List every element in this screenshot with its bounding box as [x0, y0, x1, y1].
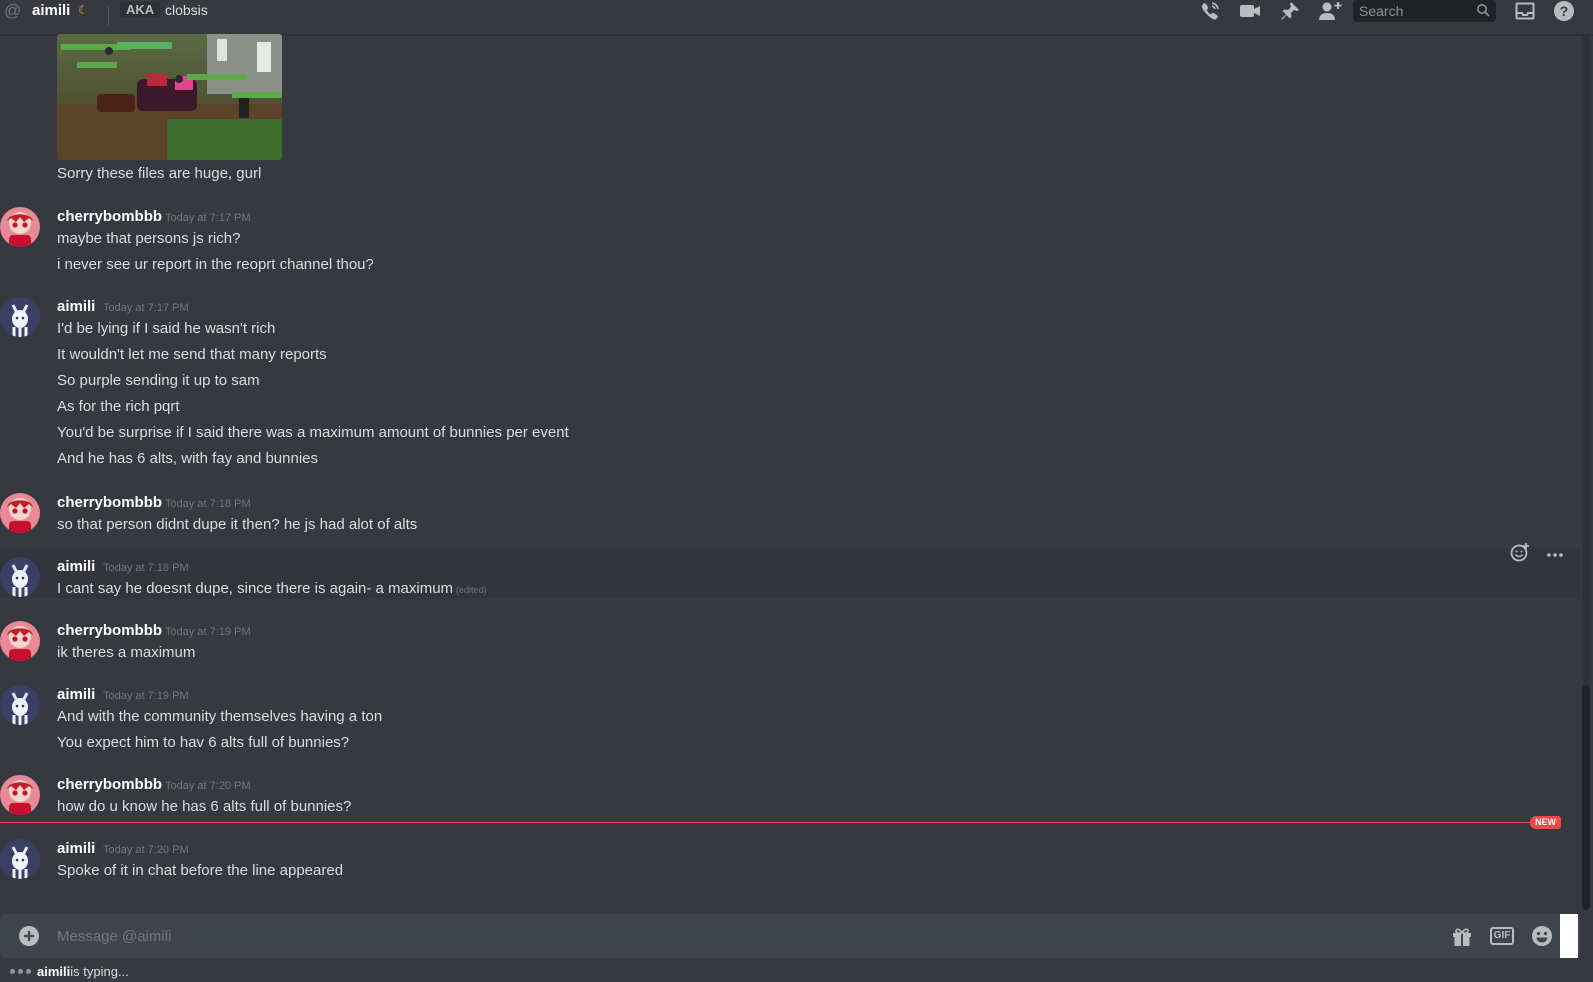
message-text: I cant say he doesnt dupe, since there i… [57, 580, 487, 597]
message-text: You'd be surprise if I said there was a … [57, 424, 569, 441]
avatar-cherrybombbb[interactable] [0, 621, 40, 661]
typing-indicator: aimili is typing... [10, 961, 129, 981]
gif-label: GIF [1489, 927, 1515, 945]
message-timestamp: Today at 7:19 PM [165, 626, 251, 638]
header-username[interactable]: aimili [32, 2, 70, 19]
message-author[interactable]: aimili [57, 298, 95, 315]
message-author[interactable]: aimili [57, 840, 95, 857]
message-timestamp: Today at 7:17 PM [165, 212, 251, 224]
at-icon: @ [4, 1, 22, 20]
message-text: And with the community themselves having… [57, 708, 383, 725]
avatar-cherrybombbb[interactable] [0, 775, 40, 815]
header-nickname: clobsis [165, 2, 208, 18]
message-text: Spoke of it in chat before the line appe… [57, 862, 344, 879]
aka-tag: AKA [120, 2, 161, 18]
message-text: i never see ur report in the reoprt chan… [57, 256, 374, 273]
message-author[interactable]: cherrybombbb [57, 494, 162, 511]
composer-edge-block [1560, 914, 1578, 958]
avatar-aimili[interactable] [0, 839, 40, 879]
message-text: how do u know he has 6 alts full of bunn… [57, 798, 352, 815]
avatar-cherrybombbb[interactable] [0, 207, 40, 247]
attachment-caption: Sorry these files are huge, gurl [57, 165, 262, 182]
upload-plus-icon[interactable] [18, 925, 40, 952]
message-text: ik theres a maximum [57, 644, 196, 661]
scrollbar-thumb[interactable] [1582, 685, 1590, 910]
gift-icon[interactable] [1450, 924, 1474, 948]
header-divider [108, 6, 109, 26]
message-author[interactable]: cherrybombbb [57, 208, 162, 225]
svg-text:?: ? [1560, 3, 1569, 19]
message-timestamp: Today at 7:20 PM [165, 780, 251, 792]
gif-button[interactable]: GIF [1489, 924, 1515, 948]
more-options-icon[interactable] [1546, 545, 1564, 563]
message-text: So purple sending it up to sam [57, 372, 260, 389]
message-text: I'd be lying if I said he wasn't rich [57, 320, 276, 337]
image-attachment[interactable] [57, 34, 282, 160]
avatar-aimili[interactable] [0, 685, 40, 725]
edited-marker: (edited) [456, 585, 487, 595]
chat-header: @ aimili ☾ AKA clobsis ? [0, 0, 1593, 35]
message-input[interactable] [57, 925, 1357, 947]
new-messages-divider [0, 822, 1560, 823]
avatar-aimili[interactable] [0, 297, 40, 337]
message-actions [1502, 540, 1572, 568]
message-text: And he has 6 alts, with fay and bunnies [57, 450, 319, 467]
typing-dots-icon [10, 968, 31, 974]
avatar-aimili[interactable] [0, 557, 40, 597]
message-text: As for the rich pqrt [57, 398, 180, 415]
message-list[interactable]: Sorry these files are huge, gurl cherryb… [0, 34, 1580, 902]
voice-call-icon[interactable] [1198, 0, 1222, 22]
search-input[interactable] [1359, 2, 1471, 20]
new-messages-badge: NEW [1530, 816, 1561, 829]
message-author[interactable]: cherrybombbb [57, 776, 162, 793]
typing-user: aimili [37, 963, 71, 979]
message-text-body: I cant say he doesnt dupe, since there i… [57, 580, 454, 597]
search-box[interactable] [1353, 0, 1496, 22]
message-text: It wouldn't let me send that many report… [57, 346, 327, 363]
message-composer: GIF [0, 914, 1580, 958]
search-icon [1476, 3, 1490, 22]
help-icon[interactable]: ? [1552, 0, 1576, 22]
message-text: maybe that persons js rich? [57, 230, 241, 247]
avatar-cherrybombbb[interactable] [0, 493, 40, 533]
message-timestamp: Today at 7:18 PM [165, 498, 251, 510]
message-author[interactable]: cherrybombbb [57, 622, 162, 639]
message-text: You expect him to hav 6 alts full of bun… [57, 734, 350, 751]
idle-moon-icon: ☾ [78, 3, 89, 17]
message-text: so that person didnt dupe it then? he js… [57, 516, 418, 533]
add-friend-icon[interactable] [1318, 0, 1342, 22]
message-timestamp: Today at 7:20 PM [103, 844, 189, 856]
typing-text: is typing... [70, 963, 129, 979]
message-timestamp: Today at 7:17 PM [103, 302, 189, 314]
pin-icon[interactable] [1278, 0, 1302, 22]
message-author[interactable]: aimili [57, 558, 95, 575]
message-timestamp: Today at 7:19 PM [103, 690, 189, 702]
inbox-icon[interactable] [1513, 0, 1537, 22]
video-call-icon[interactable] [1238, 0, 1262, 22]
emoji-icon[interactable] [1530, 924, 1554, 948]
message-timestamp: Today at 7:18 PM [103, 562, 189, 574]
message-author[interactable]: aimili [57, 686, 95, 703]
add-reaction-icon[interactable] [1510, 542, 1530, 567]
